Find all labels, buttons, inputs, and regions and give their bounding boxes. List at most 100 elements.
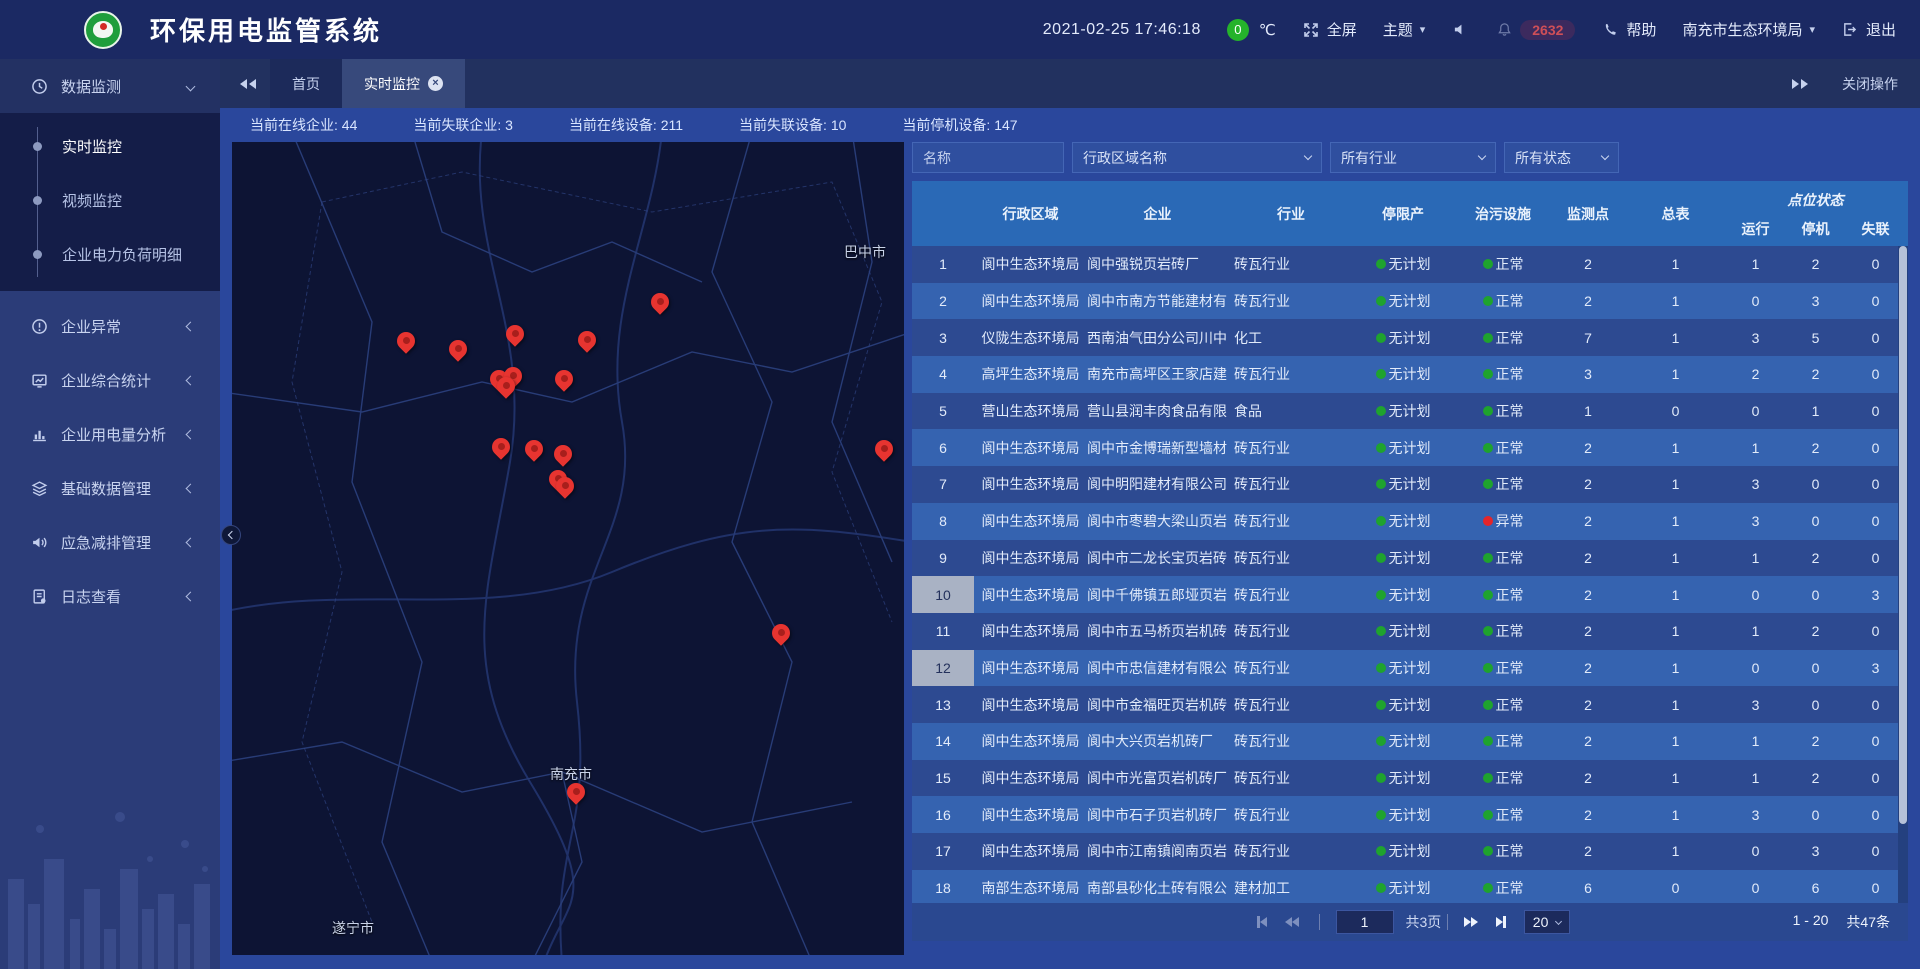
cell-company: 阆中市金福旺页岩机砖: [1087, 686, 1228, 723]
scrollbar-thumb[interactable]: [1899, 246, 1907, 824]
status-dot-green-icon: [1376, 369, 1386, 379]
theme-menu[interactable]: 主题 ▾: [1383, 19, 1426, 40]
sidebar-collapse-button[interactable]: [221, 525, 241, 545]
logout-button[interactable]: 退出: [1841, 19, 1896, 40]
sidebar-subitem[interactable]: 企业电力负荷明细: [0, 227, 220, 281]
tab-close-icon[interactable]: ×: [428, 76, 443, 91]
table-row[interactable]: 9阆中生态环境局阆中市二龙长宝页岩砖砖瓦行业无计划正常21120: [912, 540, 1908, 577]
tabs-scroll-left-button[interactable]: [240, 79, 256, 89]
cell-stop: 0: [1788, 650, 1843, 687]
table-row[interactable]: 3仪陇生态环境局西南油气田分公司川中化工无计划正常71350: [912, 319, 1908, 356]
table-row[interactable]: 1阆中生态环境局阆中强锐页岩砖厂砖瓦行业无计划正常21120: [912, 246, 1908, 283]
page-size-select[interactable]: 20: [1524, 910, 1571, 934]
last-page-button[interactable]: [1496, 916, 1506, 928]
map-panel[interactable]: 巴中市南充市遂宁市: [232, 142, 904, 955]
map-pin[interactable]: [506, 325, 526, 345]
row-number: 9: [912, 540, 974, 577]
sidebar-subitem[interactable]: 视频监控: [0, 173, 220, 227]
sidebar-item[interactable]: 企业异常: [0, 299, 220, 353]
table-row[interactable]: 8阆中生态环境局阆中市枣碧大梁山页岩砖瓦行业无计划异常21300: [912, 503, 1908, 540]
col-lost: 失联: [1843, 219, 1908, 239]
notifications[interactable]: 2632: [1495, 20, 1575, 40]
map-pin[interactable]: [397, 332, 417, 352]
close-operations-button[interactable]: 关闭操作: [1842, 74, 1898, 94]
help-button[interactable]: 帮助: [1601, 19, 1656, 40]
sidebar-item[interactable]: 应急减排管理: [0, 515, 220, 569]
table-row[interactable]: 14阆中生态环境局阆中大兴页岩机砖厂砖瓦行业无计划正常21120: [912, 723, 1908, 760]
tabs-scroll-right-button[interactable]: [1792, 79, 1808, 89]
cell-limit: 无计划: [1348, 796, 1458, 833]
cell-region: 阆中生态环境局: [974, 429, 1087, 466]
tab-实时监控[interactable]: 实时监控×: [342, 59, 465, 108]
name-filter-field[interactable]: [912, 142, 1064, 173]
cell-region: 阆中生态环境局: [974, 650, 1087, 687]
table-row[interactable]: 16阆中生态环境局阆中市石子页岩机砖厂砖瓦行业无计划正常21300: [912, 796, 1908, 833]
table-scrollbar[interactable]: [1898, 246, 1908, 903]
map-pin[interactable]: [449, 340, 469, 360]
status-dot-green-icon: [1376, 700, 1386, 710]
cell-facility: 正常: [1458, 429, 1548, 466]
table-row[interactable]: 13阆中生态环境局阆中市金福旺页岩机砖砖瓦行业无计划正常21300: [912, 686, 1908, 723]
industry-filter-select[interactable]: 所有行业: [1330, 142, 1496, 173]
chevron-left-icon: [186, 429, 196, 439]
table-row[interactable]: 12阆中生态环境局阆中市忠信建材有限公砖瓦行业无计划正常21003: [912, 650, 1908, 687]
tab-首页[interactable]: 首页: [270, 59, 342, 108]
status-filter-select[interactable]: 所有状态: [1504, 142, 1619, 173]
status-dot-green-icon: [1376, 516, 1386, 526]
cell-meters: 1: [1628, 576, 1723, 613]
map-pin[interactable]: [578, 331, 598, 351]
top-header: 环保用电监管系统 2021-02-25 17:46:18 0 ℃ 全屏 主题 ▾: [0, 0, 1920, 59]
table-row[interactable]: 7阆中生态环境局阆中明阳建材有限公司砖瓦行业无计划正常21300: [912, 466, 1908, 503]
cell-facility: 正常: [1458, 466, 1548, 503]
cell-region: 阆中生态环境局: [974, 503, 1087, 540]
cell-region: 营山生态环境局: [974, 393, 1087, 430]
sidebar-subitem[interactable]: 实时监控: [0, 119, 220, 173]
map-pin[interactable]: [555, 370, 575, 390]
cell-facility: 正常: [1458, 356, 1548, 393]
sidebar-item[interactable]: 日志查看: [0, 569, 220, 623]
table-row[interactable]: 15阆中生态环境局阆中市光富页岩机砖厂砖瓦行业无计划正常21120: [912, 760, 1908, 797]
table-row[interactable]: 11阆中生态环境局阆中市五马桥页岩机砖砖瓦行业无计划正常21120: [912, 613, 1908, 650]
fullscreen-button[interactable]: 全屏: [1302, 19, 1357, 40]
sidebar-item[interactable]: 数据监测: [0, 59, 220, 113]
page-number-input[interactable]: [1336, 910, 1394, 934]
sidebar-item[interactable]: 基础数据管理: [0, 461, 220, 515]
status-dot-green-icon: [1483, 590, 1493, 600]
map-pin[interactable]: [525, 440, 545, 460]
first-page-button[interactable]: [1257, 916, 1267, 928]
map-pin[interactable]: [556, 477, 576, 497]
cell-company: 阆中市忠信建材有限公: [1087, 650, 1228, 687]
map-pin[interactable]: [492, 438, 512, 458]
table-row[interactable]: 18南部生态环境局南部县砂化土砖有限公建材加工无计划正常60060: [912, 870, 1908, 903]
row-number: 14: [912, 723, 974, 760]
map-city-label: 遂宁市: [332, 918, 374, 938]
map-pin[interactable]: [497, 377, 517, 397]
table-row[interactable]: 4高坪生态环境局南充市高坪区王家店建砖瓦行业无计划正常31220: [912, 356, 1908, 393]
map-pin[interactable]: [554, 445, 574, 465]
table-row[interactable]: 6阆中生态环境局阆中市金博瑞新型墙材砖瓦行业无计划正常21120: [912, 429, 1908, 466]
status-dot-green-icon: [1376, 259, 1386, 269]
next-page-button[interactable]: [1464, 917, 1478, 927]
total-pages-label: 共3页: [1406, 912, 1442, 932]
sidebar-item[interactable]: 企业用电量分析: [0, 407, 220, 461]
map-pin[interactable]: [567, 783, 587, 803]
cell-facility: 正常: [1458, 393, 1548, 430]
theme-label: 主题: [1383, 19, 1413, 40]
org-menu[interactable]: 南充市生态环境局 ▾: [1682, 19, 1815, 40]
table-row[interactable]: 2阆中生态环境局阆中市南方节能建材有砖瓦行业无计划正常21030: [912, 283, 1908, 320]
cell-run: 1: [1723, 246, 1788, 283]
cell-region: 阆中生态环境局: [974, 613, 1087, 650]
table-row[interactable]: 17阆中生态环境局阆中市江南镇阆南页岩砖瓦行业无计划正常21030: [912, 833, 1908, 870]
map-roads: [232, 142, 904, 955]
map-pin[interactable]: [875, 440, 895, 460]
map-pin[interactable]: [772, 624, 792, 644]
table-row[interactable]: 5营山生态环境局营山县润丰肉食品有限食品无计划正常10010: [912, 393, 1908, 430]
row-number: 17: [912, 833, 974, 870]
mute-button[interactable]: [1451, 21, 1469, 39]
prev-page-button[interactable]: [1285, 917, 1299, 927]
name-filter-input[interactable]: [923, 150, 1053, 166]
region-filter-select[interactable]: 行政区域名称: [1072, 142, 1322, 173]
sidebar-item[interactable]: 企业综合统计: [0, 353, 220, 407]
map-pin[interactable]: [651, 293, 671, 313]
table-row[interactable]: 10阆中生态环境局阆中千佛镇五郎垭页岩砖瓦行业无计划正常21003: [912, 576, 1908, 613]
